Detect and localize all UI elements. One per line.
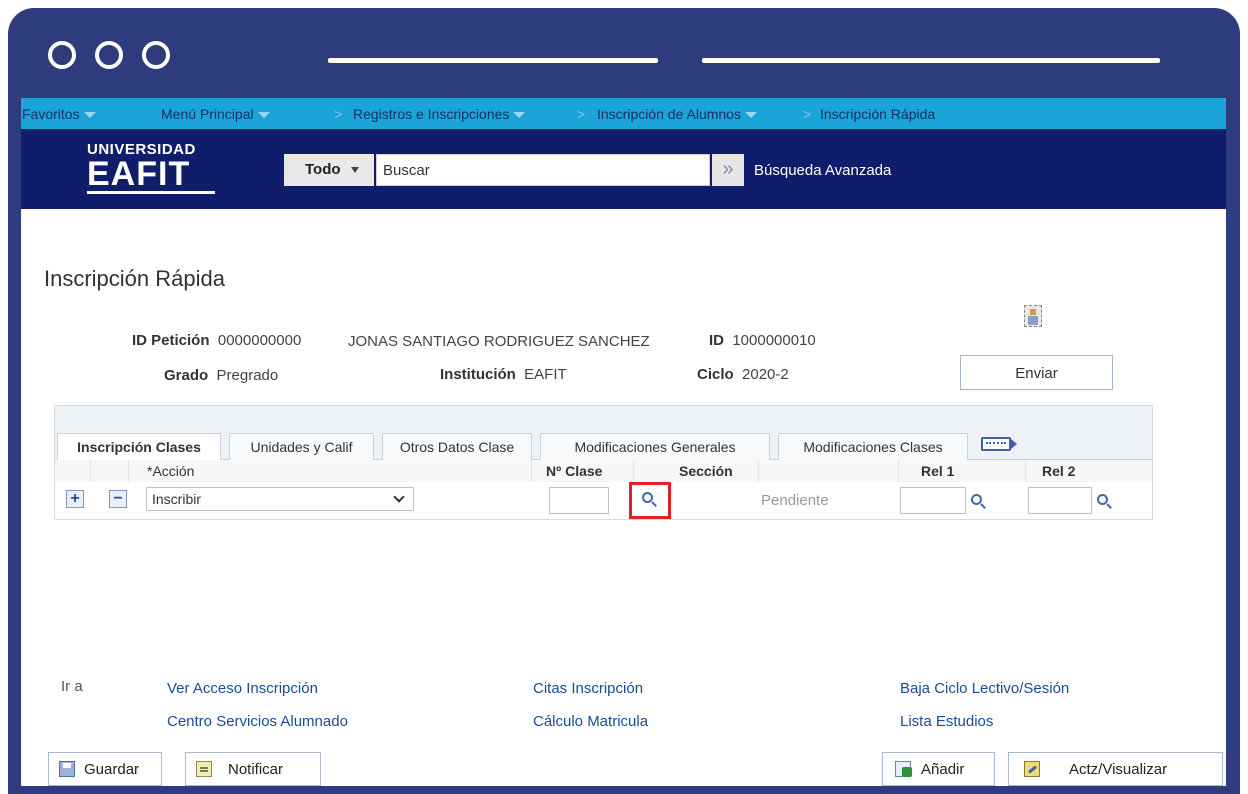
- link-centro-servicios-alumnado[interactable]: Centro Servicios Alumnado: [167, 713, 348, 730]
- caret-down-icon: [350, 167, 359, 174]
- search-go-icon[interactable]: »: [712, 154, 744, 186]
- update-icon: [1024, 761, 1040, 777]
- link-lista-estudios[interactable]: Lista Estudios: [900, 713, 993, 730]
- breadcrumb-separator: >: [577, 106, 586, 122]
- student-id: ID 1000000010: [709, 332, 816, 349]
- link-citas-inscripcion[interactable]: Citas Inscripción: [533, 680, 643, 697]
- window-control-icon[interactable]: [142, 41, 170, 69]
- page-title: Inscripción Rápida: [44, 266, 225, 291]
- show-all-columns-icon[interactable]: [981, 436, 1021, 454]
- column-header-seccion: Sección: [634, 460, 759, 482]
- caret-down-icon: [513, 112, 526, 119]
- accion-select[interactable]: Inscribir: [146, 487, 414, 511]
- rel2-lookup-icon[interactable]: [1097, 494, 1113, 510]
- class-lookup-icon[interactable]: [642, 492, 658, 508]
- add-icon: [895, 761, 912, 777]
- table-row: + − Inscribir Pendiente: [55, 482, 1152, 519]
- search-input[interactable]: Buscar: [376, 154, 710, 186]
- grado-row: Grado Pregrado: [164, 367, 279, 384]
- column-header-rel1: Rel 1: [899, 460, 1026, 482]
- tab-bar: Inscripción Clases Unidades y Calif Otro…: [55, 430, 1152, 461]
- column-header-rel2: Rel 2: [1026, 460, 1152, 482]
- search-scope-dropdown[interactable]: Todo: [284, 154, 374, 186]
- tab-unidades-calif[interactable]: Unidades y Calif: [229, 433, 374, 460]
- ciclo-row: Ciclo 2020-2: [697, 366, 789, 383]
- status-text: Pendiente: [761, 492, 829, 509]
- rel1-lookup-icon[interactable]: [971, 494, 987, 510]
- delete-row-button[interactable]: −: [109, 490, 127, 508]
- tab-modificaciones-clases[interactable]: Modificaciones Clases: [778, 433, 968, 460]
- title-bar: [8, 8, 1240, 98]
- notificar-button[interactable]: Notificar: [185, 752, 321, 786]
- tab-modificaciones-generales[interactable]: Modificaciones Generales: [540, 433, 770, 460]
- institucion-row: Institución EAFIT: [440, 366, 567, 383]
- column-header-nclase: Nº Clase: [532, 460, 634, 482]
- title-bar-line: [702, 58, 1160, 63]
- class-enrollment-grid: Inscripción Clases Unidades y Calif Otro…: [54, 405, 1153, 520]
- page-content: Favoritos Menú Principal > Registros e I…: [21, 98, 1226, 786]
- eafit-logo: UNIVERSIDAD EAFIT: [87, 141, 215, 194]
- breadcrumb-separator: >: [334, 106, 343, 122]
- breadcrumb-separator: >: [803, 106, 812, 122]
- link-calculo-matricula[interactable]: Cálculo Matricula: [533, 713, 648, 730]
- rel1-input[interactable]: [900, 487, 966, 514]
- ira-label: Ir a: [61, 678, 83, 695]
- notify-icon: [196, 761, 212, 777]
- enviar-button[interactable]: Enviar: [960, 355, 1113, 390]
- breadcrumb: Favoritos Menú Principal > Registros e I…: [21, 98, 1226, 129]
- breadcrumb-inscripcion-rapida[interactable]: Inscripción Rápida: [820, 106, 935, 122]
- add-row-button[interactable]: +: [66, 490, 84, 508]
- chevron-down-icon: [393, 491, 405, 503]
- breadcrumb-inscripcion-alumnos[interactable]: Inscripción de Alumnos: [597, 106, 757, 122]
- favoritos-menu[interactable]: Favoritos: [22, 106, 96, 122]
- tab-otros-datos-clase[interactable]: Otros Datos Clase: [382, 433, 532, 460]
- tab-inscripcion-clases[interactable]: Inscripción Clases: [57, 433, 221, 461]
- link-ver-acceso-inscripcion[interactable]: Ver Acceso Inscripción: [167, 680, 318, 697]
- link-baja-ciclo-lectivo[interactable]: Baja Ciclo Lectivo/Sesión: [900, 680, 1069, 697]
- guardar-button[interactable]: Guardar: [48, 752, 162, 786]
- id-peticion-row: ID Petición 0000000000: [132, 332, 302, 349]
- header: UNIVERSIDAD EAFIT Todo Buscar » Búsqueda…: [21, 129, 1226, 209]
- column-header-accion: *Acción: [129, 460, 532, 482]
- anadir-button[interactable]: Añadir: [882, 752, 995, 786]
- window-control-icon[interactable]: [95, 41, 123, 69]
- student-name: JONAS SANTIAGO RODRIGUEZ SANCHEZ: [348, 333, 650, 350]
- rel2-input[interactable]: [1028, 487, 1092, 514]
- caret-down-icon: [744, 112, 757, 119]
- menu-principal[interactable]: Menú Principal: [161, 106, 270, 122]
- title-bar-line: [328, 58, 658, 63]
- breadcrumb-registros[interactable]: Registros e Inscripciones: [353, 106, 526, 122]
- advanced-search-link[interactable]: Búsqueda Avanzada: [754, 162, 891, 179]
- caret-down-icon: [257, 112, 270, 119]
- save-icon: [59, 761, 75, 777]
- workflow-icon[interactable]: [1024, 305, 1042, 327]
- caret-down-icon: [83, 112, 96, 119]
- actualizar-visualizar-button[interactable]: Actz/Visualizar: [1008, 752, 1223, 786]
- class-number-input[interactable]: [549, 487, 609, 514]
- window-control-icon[interactable]: [48, 41, 76, 69]
